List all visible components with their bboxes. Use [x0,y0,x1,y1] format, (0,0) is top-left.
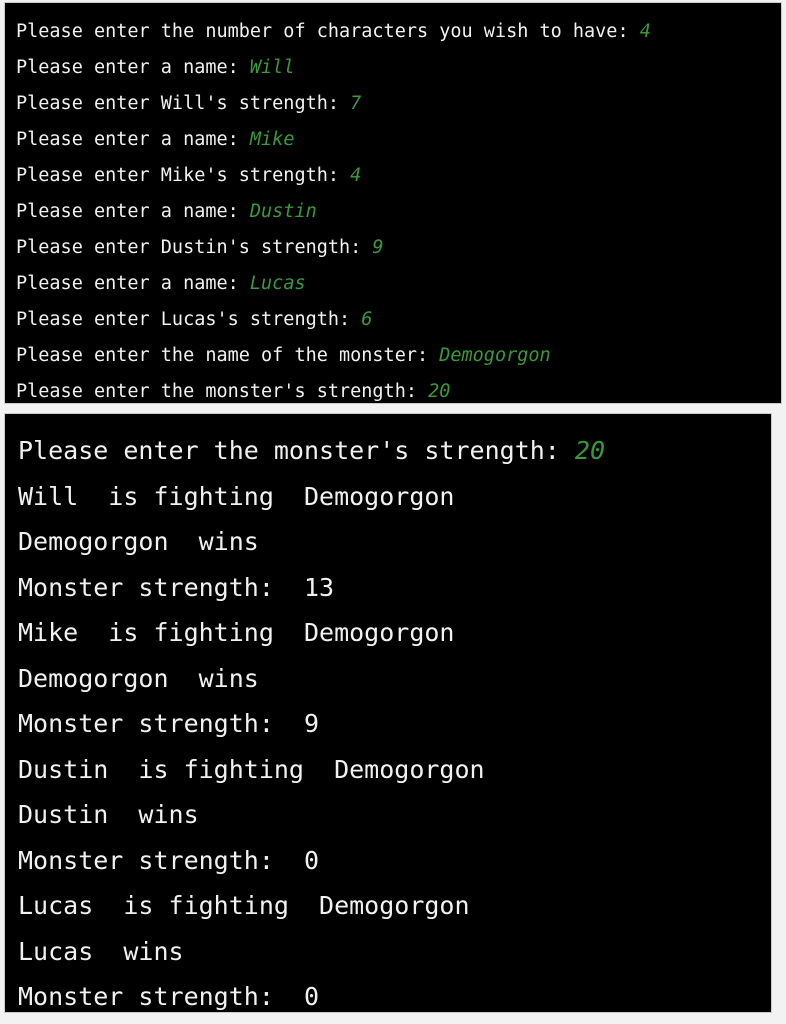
prompt-text: Please enter the name of the monster: [16,345,440,366]
terminal-line: Please enter Will's strength: 7 [16,86,781,122]
terminal-line: Please enter a name: Dustin [16,194,781,230]
prompt-text: Please enter a name: [16,273,250,294]
user-input-value: Dustin [249,201,317,222]
terminal-line: Monster strength: 9 [18,701,771,747]
user-input-value: Lucas [249,273,306,294]
user-input-value: Will [249,57,295,78]
terminal-line: Please enter a name: Lucas [16,266,781,302]
user-input-value: 20 [428,381,451,402]
output-text: Monster strength: 0 [18,845,320,875]
prompt-text: Please enter Lucas's strength: [16,309,362,330]
terminal-line: Dustin wins [18,792,771,838]
prompt-text: Please enter the monster's strength: [16,381,429,402]
prompt-text: Please enter a name: [16,57,250,78]
output-text: Lucas wins [18,936,184,966]
terminal-line: Please enter Mike's strength: 4 [16,158,781,194]
terminal-line: Please enter a name: Mike [16,122,781,158]
output-text: Will is fighting Demogorgon [18,481,455,511]
terminal-line: Please enter the monster's strength: 20 [16,374,781,403]
terminal-line: Monster strength: 0 [18,838,771,884]
user-input-value: Demogorgon [439,345,551,366]
terminal-line: Please enter a name: Will [16,50,781,86]
terminal-line: Demogorgon wins [18,519,771,565]
terminal-line: Lucas wins [18,929,771,975]
terminal-line: Please enter the monster's strength: 20 [18,428,771,474]
terminal-line: Monster strength: 0 [18,974,771,1012]
user-input-value: 4 [350,165,362,186]
prompt-text: Please enter the monster's strength: [18,436,575,465]
output-text: Monster strength: 9 [18,709,320,738]
output-text: Monster strength: 0 [18,982,320,1011]
output-text: Monster strength: 13 [18,572,335,602]
user-input-value: 20 [574,436,606,465]
terminal-line: Lucas is fighting Demogorgon [18,883,771,929]
output-text: Lucas is fighting Demogorgon [18,891,470,920]
terminal-line: Please enter Dustin's strength: 9 [16,230,781,266]
terminal-line: Please enter the name of the monster: De… [16,338,781,374]
user-input-value: 9 [372,237,384,258]
terminal-line: Please enter Lucas's strength: 6 [16,302,781,338]
terminal-line: Please enter the number of characters yo… [16,14,781,50]
battle-output-panel[interactable]: Please enter the monster's strength: 20 W… [4,413,772,1013]
terminal-line: Monster strength: 13 [18,565,771,611]
user-input-value: 6 [361,309,373,330]
user-input-value: 4 [639,21,651,42]
output-text: Mike is fighting Demogorgon [18,618,455,647]
prompt-text: Please enter a name: [16,201,250,222]
prompt-text: Please enter Dustin's strength: [16,237,373,258]
user-input-value: Mike [249,129,295,150]
terminal-line: Mike is fighting Demogorgon [18,610,771,656]
prompt-text: Please enter Mike's strength: [16,165,351,186]
output-text: Dustin wins [18,800,199,829]
output-text: Dustin is fighting Demogorgon [18,754,485,784]
output-text: Demogorgon wins [18,663,259,693]
terminal-line: Will is fighting Demogorgon [18,474,771,520]
terminal-line: Dustin is fighting Demogorgon [18,747,771,793]
prompt-text: Please enter a name: [16,129,250,150]
prompt-text: Please enter Will's strength: [16,93,351,114]
terminal-line: Demogorgon wins [18,656,771,702]
user-input-value: 7 [350,93,362,114]
input-transcript-panel[interactable]: Please enter the number of characters yo… [4,2,782,404]
output-text: Demogorgon wins [18,527,259,556]
prompt-text: Please enter the number of characters yo… [16,21,640,42]
screenshot-root: Please enter the number of characters yo… [0,0,786,1024]
